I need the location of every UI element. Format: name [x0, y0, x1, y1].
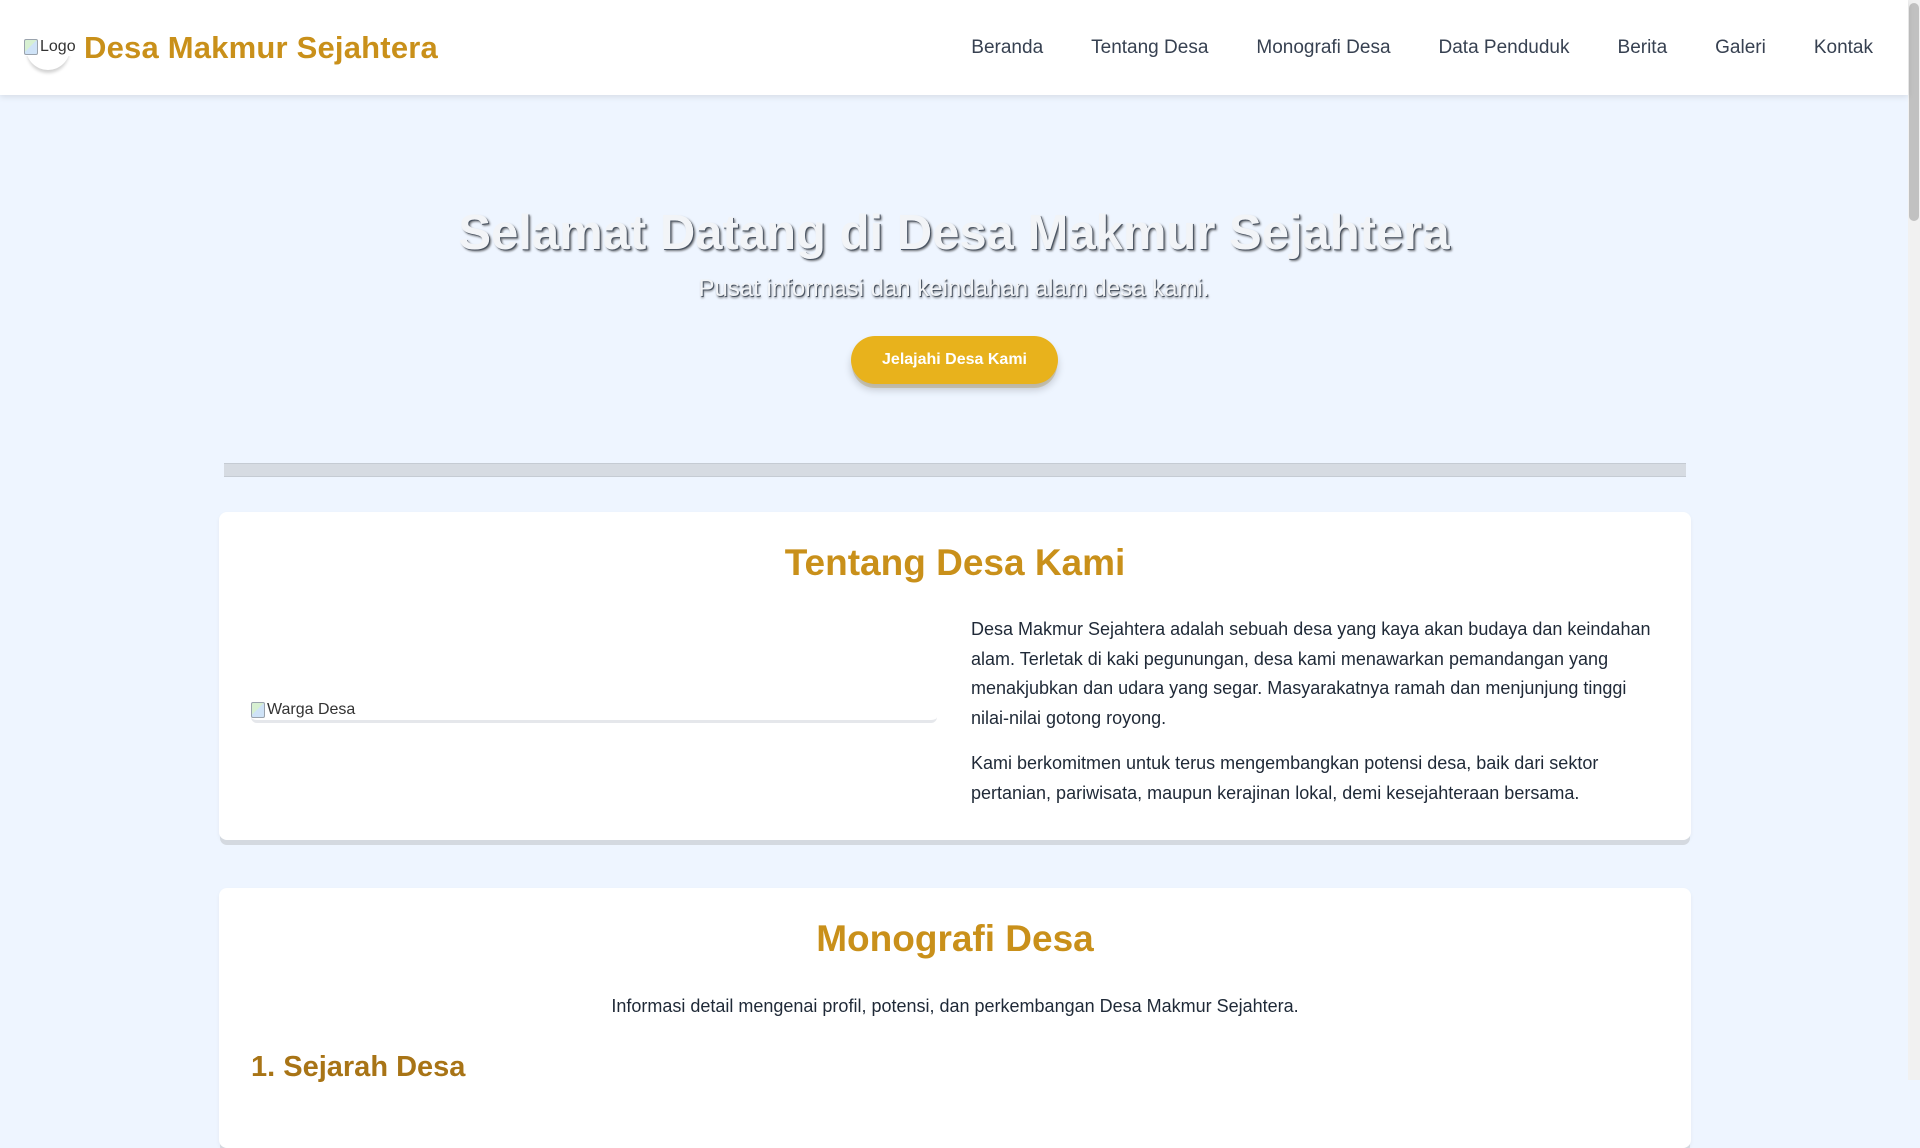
brand[interactable]: Logo Desa Makmur Sejahtera: [24, 22, 438, 74]
navbar: Logo Desa Makmur Sejahtera Beranda Tenta…: [0, 0, 1908, 95]
history-subtitle: 1. Sejarah Desa: [251, 1051, 466, 1083]
logo: Logo: [24, 22, 76, 74]
about-title: Tentang Desa Kami: [784, 542, 1126, 583]
hero-section: Selamat Datang di Desa Makmur Sejahtera …: [0, 95, 1908, 477]
image-alt-text: Warga Desa: [267, 701, 356, 718]
logo-alt-text: Logo: [40, 37, 76, 55]
hero-title: Selamat Datang di Desa Makmur Sejahtera: [458, 206, 1450, 260]
monografi-title: Monografi Desa: [816, 918, 1094, 959]
nav-link-tentang-desa[interactable]: Tentang Desa: [1091, 37, 1208, 59]
nav-link-berita[interactable]: Berita: [1618, 37, 1668, 59]
page-scrollbar[interactable]: [1908, 0, 1920, 1080]
broken-image-icon: [251, 702, 265, 718]
hero-subtitle: Pusat informasi dan keindahan alam desa …: [698, 275, 1210, 302]
about-section: Tentang Desa Kami Warga Desa Desa Makmur…: [219, 512, 1691, 840]
nav-link-beranda[interactable]: Beranda: [971, 37, 1043, 59]
monografi-description: Informasi detail mengenai profil, potens…: [611, 996, 1299, 1016]
brand-title[interactable]: Desa Makmur Sejahtera: [84, 30, 438, 66]
scrollbar-thumb[interactable]: [1909, 3, 1919, 221]
broken-image-icon: [24, 38, 38, 55]
nav-link-data-penduduk[interactable]: Data Penduduk: [1439, 37, 1570, 59]
about-text: Desa Makmur Sejahtera adalah sebuah desa…: [971, 615, 1661, 824]
nav-link-monografi-desa[interactable]: Monografi Desa: [1256, 37, 1390, 59]
nav-link-galeri[interactable]: Galeri: [1715, 37, 1766, 59]
about-paragraph: Desa Makmur Sejahtera adalah sebuah desa…: [971, 619, 1651, 728]
about-paragraph: Kami berkomitmen untuk terus mengembangk…: [971, 753, 1599, 803]
monografi-section: Monografi Desa Informasi detail mengenai…: [219, 888, 1691, 1148]
explore-village-button[interactable]: Jelajahi Desa Kami: [851, 336, 1058, 384]
village-people-image: Warga Desa: [251, 700, 937, 723]
nav-links: Beranda Tentang Desa Monografi Desa Data…: [971, 0, 1873, 95]
nav-link-kontak[interactable]: Kontak: [1814, 37, 1873, 59]
logo-broken-image: Logo: [24, 37, 76, 56]
hero-divider-strip: [224, 463, 1686, 477]
